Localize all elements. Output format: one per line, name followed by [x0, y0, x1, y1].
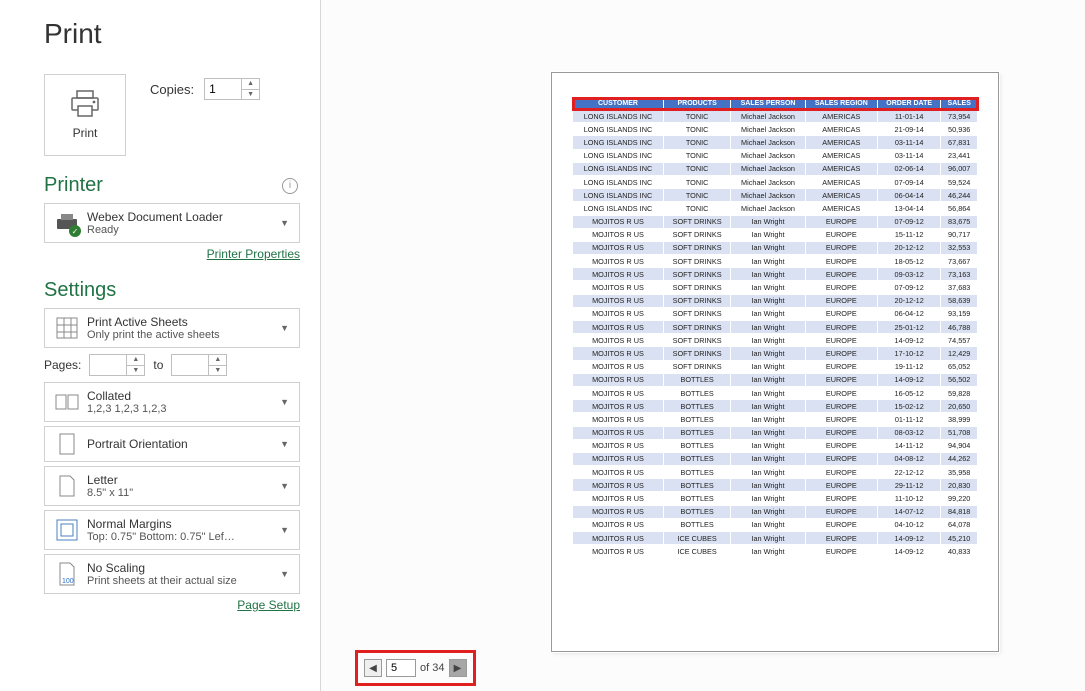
- preview-table: CUSTOMERPRODUCTSSALES PERSONSALES REGION…: [572, 97, 978, 558]
- pages-from-input[interactable]: [90, 356, 126, 374]
- table-row: MOJITOS R USBOTTLESIan WrightEUROPE16-05…: [573, 386, 978, 399]
- settings-heading: Settings: [44, 279, 116, 302]
- info-icon[interactable]: i: [282, 178, 298, 194]
- page-setup-link[interactable]: Page Setup: [44, 598, 300, 612]
- next-page-button[interactable]: ▶: [449, 659, 467, 677]
- paper-size-select[interactable]: Letter8.5" x 11" ▼: [44, 466, 300, 506]
- scaling-icon: 100: [57, 562, 77, 586]
- portrait-icon: [57, 433, 77, 455]
- orientation-select[interactable]: Portrait Orientation ▼: [44, 426, 300, 462]
- printer-properties-link[interactable]: Printer Properties: [44, 247, 300, 261]
- current-page-input[interactable]: [386, 659, 416, 677]
- table-row: MOJITOS R USSOFT DRINKSIan WrightEUROPE0…: [573, 215, 978, 228]
- copies-up[interactable]: ▲: [242, 79, 259, 90]
- chevron-down-icon: ▼: [278, 569, 291, 579]
- table-row: MOJITOS R USBOTTLESIan WrightEUROPE14-09…: [573, 373, 978, 386]
- table-row: MOJITOS R USBOTTLESIan WrightEUROPE11-10…: [573, 492, 978, 505]
- table-row: MOJITOS R USBOTTLESIan WrightEUROPE04-10…: [573, 518, 978, 531]
- copies-label: Copies:: [150, 82, 194, 97]
- pages-label: Pages:: [44, 358, 81, 372]
- print-what-select[interactable]: Print Active Sheets Only print the activ…: [44, 308, 300, 348]
- table-row: MOJITOS R USSOFT DRINKSIan WrightEUROPE0…: [573, 268, 978, 281]
- collate-icon: [55, 392, 79, 412]
- print-button[interactable]: Print: [44, 74, 126, 156]
- table-row: LONG ISLANDS INCTONICMichael JacksonAMER…: [573, 110, 978, 123]
- chevron-down-icon: ▼: [278, 481, 291, 491]
- table-row: LONG ISLANDS INCTONICMichael JacksonAMER…: [573, 175, 978, 188]
- pages-to-stepper[interactable]: ▲▼: [171, 354, 227, 376]
- page-icon: [58, 475, 76, 497]
- table-row: MOJITOS R USSOFT DRINKSIan WrightEUROPE1…: [573, 347, 978, 360]
- table-row: MOJITOS R USSOFT DRINKSIan WrightEUROPE2…: [573, 294, 978, 307]
- table-row: MOJITOS R USBOTTLESIan WrightEUROPE01-11…: [573, 413, 978, 426]
- chevron-down-icon: ▼: [278, 439, 291, 449]
- col-header: ORDER DATE: [877, 98, 941, 110]
- table-row: MOJITOS R USBOTTLESIan WrightEUROPE08-03…: [573, 426, 978, 439]
- printer-heading: Printer: [44, 174, 103, 197]
- table-row: MOJITOS R USICE CUBESIan WrightEUROPE14-…: [573, 545, 978, 558]
- margins-select[interactable]: Normal MarginsTop: 0.75" Bottom: 0.75" L…: [44, 510, 300, 550]
- svg-text:100: 100: [62, 578, 74, 585]
- table-row: LONG ISLANDS INCTONICMichael JacksonAMER…: [573, 136, 978, 149]
- pages-from-stepper[interactable]: ▲▼: [89, 354, 145, 376]
- table-row: MOJITOS R USSOFT DRINKSIan WrightEUROPE0…: [573, 307, 978, 320]
- sheets-icon: [56, 317, 78, 339]
- margins-icon: [56, 519, 78, 541]
- collate-select[interactable]: Collated1,2,3 1,2,3 1,2,3 ▼: [44, 382, 300, 422]
- prev-page-button[interactable]: ◀: [364, 659, 382, 677]
- chevron-down-icon: ▼: [278, 525, 291, 535]
- page-title: Print: [44, 18, 300, 50]
- printer-icon: [69, 90, 101, 118]
- printer-status: Ready: [87, 224, 272, 236]
- table-row: MOJITOS R USSOFT DRINKSIan WrightEUROPE1…: [573, 255, 978, 268]
- table-row: MOJITOS R USBOTTLESIan WrightEUROPE15-02…: [573, 400, 978, 413]
- col-header: SALES: [941, 98, 978, 110]
- table-row: MOJITOS R USBOTTLESIan WrightEUROPE14-07…: [573, 505, 978, 518]
- table-row: MOJITOS R USSOFT DRINKSIan WrightEUROPE2…: [573, 241, 978, 254]
- table-row: MOJITOS R USBOTTLESIan WrightEUROPE29-11…: [573, 479, 978, 492]
- print-preview-page: CUSTOMERPRODUCTSSALES PERSONSALES REGION…: [551, 72, 999, 652]
- table-row: LONG ISLANDS INCTONICMichael JacksonAMER…: [573, 202, 978, 215]
- table-row: LONG ISLANDS INCTONICMichael JacksonAMER…: [573, 162, 978, 175]
- page-navigator: ◀ of 34 ▶: [355, 650, 476, 686]
- table-row: MOJITOS R USSOFT DRINKSIan WrightEUROPE2…: [573, 321, 978, 334]
- table-row: MOJITOS R USSOFT DRINKSIan WrightEUROPE1…: [573, 334, 978, 347]
- table-row: MOJITOS R USSOFT DRINKSIan WrightEUROPE1…: [573, 360, 978, 373]
- chevron-down-icon: ▼: [278, 397, 291, 407]
- table-row: LONG ISLANDS INCTONICMichael JacksonAMER…: [573, 123, 978, 136]
- table-row: LONG ISLANDS INCTONICMichael JacksonAMER…: [573, 149, 978, 162]
- pages-to-input[interactable]: [172, 356, 208, 374]
- chevron-down-icon: ▼: [278, 218, 291, 228]
- col-header: SALES PERSON: [731, 98, 805, 110]
- table-row: MOJITOS R USSOFT DRINKSIan WrightEUROPE0…: [573, 281, 978, 294]
- col-header: SALES REGION: [805, 98, 877, 110]
- table-row: MOJITOS R USSOFT DRINKSIan WrightEUROPE1…: [573, 228, 978, 241]
- table-row: LONG ISLANDS INCTONICMichael JacksonAMER…: [573, 189, 978, 202]
- scaling-select[interactable]: 100 No ScalingPrint sheets at their actu…: [44, 554, 300, 594]
- table-row: MOJITOS R USBOTTLESIan WrightEUROPE04-08…: [573, 452, 978, 465]
- copies-stepper[interactable]: ▲ ▼: [204, 78, 260, 100]
- preview-table-header: CUSTOMERPRODUCTSSALES PERSONSALES REGION…: [573, 98, 978, 110]
- printer-name: Webex Document Loader: [87, 210, 272, 224]
- table-row: MOJITOS R USBOTTLESIan WrightEUROPE14-11…: [573, 439, 978, 452]
- chevron-down-icon: ▼: [278, 323, 291, 333]
- col-header: PRODUCTS: [663, 98, 730, 110]
- printer-select[interactable]: ✓ Webex Document Loader Ready ▼: [44, 203, 300, 243]
- table-row: MOJITOS R USBOTTLESIan WrightEUROPE22-12…: [573, 466, 978, 479]
- check-icon: ✓: [69, 225, 81, 237]
- copies-down[interactable]: ▼: [242, 90, 259, 100]
- table-row: MOJITOS R USICE CUBESIan WrightEUROPE14-…: [573, 532, 978, 545]
- col-header: CUSTOMER: [573, 98, 664, 110]
- copies-input[interactable]: [205, 80, 241, 98]
